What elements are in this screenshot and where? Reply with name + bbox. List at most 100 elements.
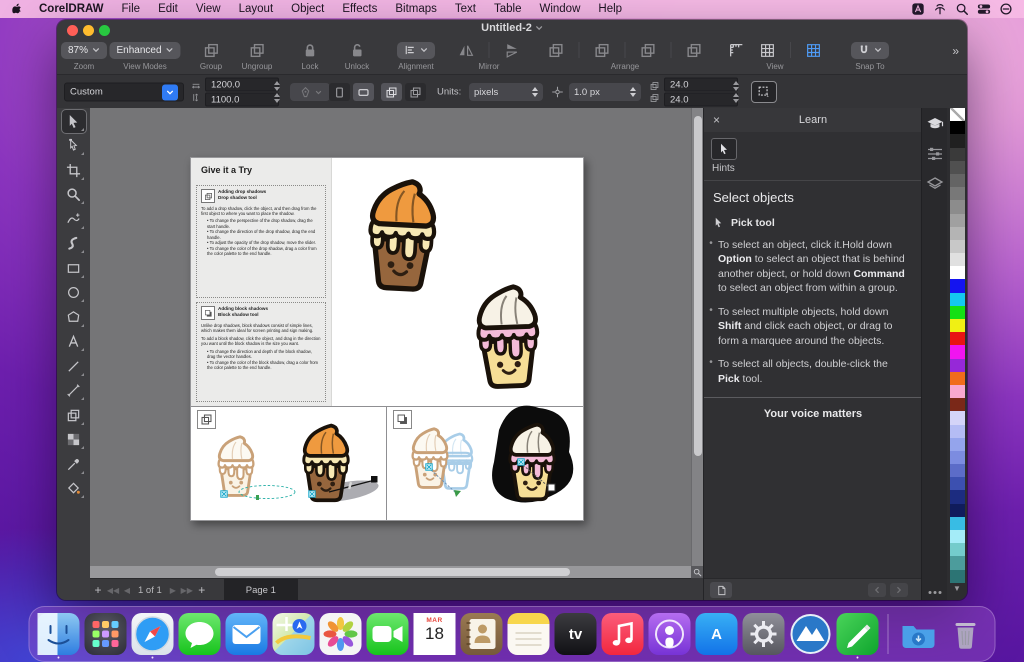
color-swatch[interactable] — [950, 108, 965, 121]
menu-status-icon[interactable] — [932, 2, 948, 16]
next-page-button[interactable]: ▶ — [166, 586, 180, 595]
dock-app[interactable] — [508, 613, 550, 655]
document-grid-toggle-active[interactable] — [805, 42, 822, 59]
objects-docker-tab[interactable] — [926, 175, 944, 193]
color-swatch[interactable] — [950, 477, 965, 490]
page-preset-dropdown[interactable]: Custom — [64, 83, 184, 102]
to-back-button[interactable] — [594, 42, 611, 59]
zoom-level-dropdown[interactable]: 87% — [61, 42, 107, 59]
dock-app[interactable] — [602, 613, 644, 655]
menu-item[interactable]: View — [187, 3, 230, 15]
zoom-window-button[interactable] — [99, 25, 110, 36]
duplicate-x-field[interactable]: 24.0 — [664, 78, 738, 92]
color-swatch[interactable] — [950, 425, 965, 438]
color-swatch[interactable] — [950, 385, 965, 398]
lock-icon[interactable] — [302, 42, 319, 59]
color-swatch[interactable] — [950, 345, 965, 358]
color-swatch[interactable] — [950, 187, 965, 200]
color-swatch[interactable] — [950, 174, 965, 187]
dock-app[interactable]: • — [38, 613, 80, 655]
color-swatch[interactable] — [950, 556, 965, 569]
color-swatch[interactable] — [950, 398, 965, 411]
toolbox-tool[interactable] — [62, 159, 86, 182]
toolbox-tool[interactable] — [62, 208, 86, 231]
nudge-distance-field[interactable]: 1.0 px — [569, 83, 641, 101]
rulers-toggle[interactable] — [728, 42, 745, 59]
color-swatch[interactable] — [950, 306, 965, 319]
dock-app[interactable] — [226, 613, 268, 655]
unlock-icon[interactable] — [348, 42, 365, 59]
view-mode-dropdown[interactable]: Enhanced — [109, 42, 180, 59]
duplicate-y-field[interactable]: 24.0 — [664, 93, 738, 107]
units-dropdown[interactable]: pixels — [469, 83, 543, 101]
add-page-button-2[interactable]: + — [194, 583, 210, 597]
toolbox-tool[interactable] — [62, 134, 86, 157]
cupcake-pink[interactable] — [457, 282, 559, 393]
apple-menu-icon[interactable] — [12, 3, 24, 16]
color-swatch[interactable] — [950, 134, 965, 147]
horizontal-scrollbar-thumb[interactable] — [215, 568, 570, 576]
menu-item[interactable]: Bitmaps — [386, 3, 446, 15]
toolbar-overflow-button[interactable]: » — [952, 44, 959, 58]
learn-docker-tab[interactable] — [926, 115, 944, 133]
portrait-button[interactable] — [329, 83, 350, 101]
menu-item[interactable]: Effects — [333, 3, 386, 15]
color-swatch[interactable] — [950, 227, 965, 240]
dock-item[interactable] — [945, 613, 987, 655]
color-swatch[interactable] — [950, 451, 965, 464]
page-size-steppers[interactable] — [274, 81, 280, 103]
dock-app[interactable] — [85, 613, 127, 655]
scroll-zoom-button[interactable] — [691, 566, 703, 578]
alignment-dropdown[interactable] — [397, 42, 435, 59]
more-options-icon[interactable] — [929, 591, 942, 594]
document-page[interactable]: Give it a Try Adding drop shadowsDrop sh… — [190, 157, 584, 521]
add-page-button[interactable]: + — [90, 583, 106, 597]
forward-button[interactable] — [890, 583, 908, 597]
toolbox-tool[interactable] — [62, 257, 86, 280]
menu-item[interactable]: File — [113, 3, 150, 15]
mirror-horizontal-button[interactable] — [458, 42, 475, 59]
dock-app[interactable]: • — [132, 613, 174, 655]
back-one-button[interactable] — [686, 42, 703, 59]
dock-app[interactable]: • — [837, 613, 879, 655]
snap-to-dropdown[interactable] — [851, 42, 889, 59]
color-swatch[interactable] — [950, 543, 965, 556]
dock-app[interactable]: tv — [555, 613, 597, 655]
toolbox-tool[interactable] — [62, 281, 86, 304]
dock-app[interactable] — [367, 613, 409, 655]
color-swatch[interactable] — [950, 411, 965, 424]
color-swatch[interactable] — [950, 332, 965, 345]
toolbox-tool[interactable] — [62, 379, 86, 402]
toolbox-tool[interactable] — [62, 355, 86, 378]
cupcake-orange[interactable] — [346, 175, 458, 297]
treat-as-filled-button[interactable] — [751, 81, 777, 103]
color-swatch[interactable] — [950, 517, 965, 530]
all-pages-button[interactable] — [381, 83, 402, 101]
dock-app[interactable] — [743, 613, 785, 655]
mirror-vertical-button[interactable] — [504, 42, 521, 59]
current-page-button[interactable] — [405, 83, 426, 101]
color-swatch[interactable] — [950, 359, 965, 372]
minimize-button[interactable] — [83, 25, 94, 36]
dock-app[interactable] — [273, 613, 315, 655]
dock-item[interactable] — [898, 613, 940, 655]
dock-app[interactable] — [461, 613, 503, 655]
page-tab[interactable]: Page 1 — [224, 579, 298, 600]
group-button[interactable] — [202, 42, 219, 59]
page-height-field[interactable]: 1100.0 — [205, 93, 279, 107]
canvas[interactable]: Give it a Try Adding drop shadowsDrop sh… — [90, 108, 691, 566]
toolbox-tool[interactable] — [62, 330, 86, 353]
color-swatch[interactable] — [950, 240, 965, 253]
dock-app[interactable] — [179, 613, 221, 655]
hints-mode-button[interactable] — [711, 138, 737, 160]
color-swatch[interactable] — [950, 214, 965, 227]
toolbox-tool[interactable] — [62, 306, 86, 329]
menu-item[interactable]: Window — [530, 3, 589, 15]
toolbox-tool[interactable] — [62, 232, 86, 255]
prev-page-button[interactable]: ◀ — [120, 586, 134, 595]
to-front-button[interactable] — [548, 42, 565, 59]
first-page-button[interactable]: ◀◀ — [106, 586, 120, 595]
color-swatch[interactable] — [950, 293, 965, 306]
window-title[interactable]: Untitled-2 — [481, 22, 543, 34]
color-swatch[interactable] — [950, 372, 965, 385]
